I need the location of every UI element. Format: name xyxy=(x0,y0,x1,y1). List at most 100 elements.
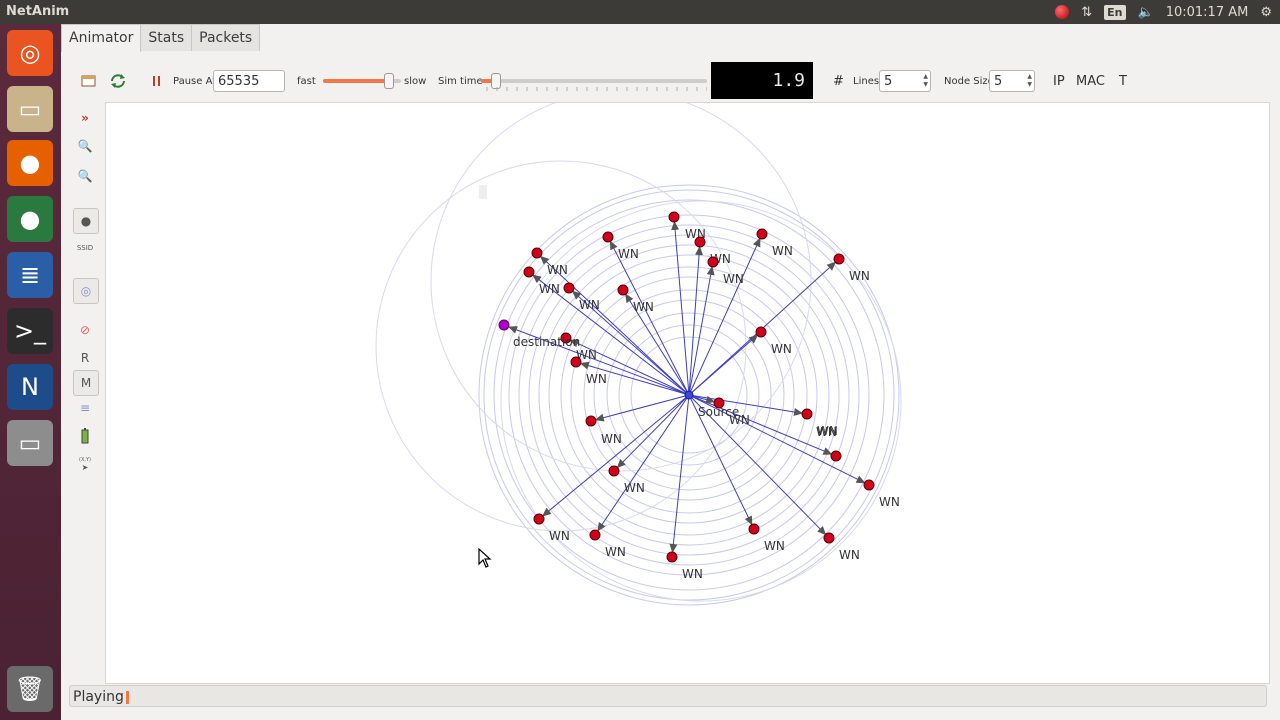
node-dot[interactable] xyxy=(585,415,597,427)
wireless-node[interactable]: WN xyxy=(666,551,703,581)
node-dot[interactable] xyxy=(617,284,629,296)
node-dot[interactable] xyxy=(533,513,545,525)
source-node[interactable]: Source xyxy=(684,390,739,419)
node-dot[interactable] xyxy=(694,236,706,248)
link-lines-icon[interactable]: ≡ xyxy=(73,396,97,420)
m-toggle[interactable]: M xyxy=(73,370,99,396)
source-dot[interactable] xyxy=(684,390,694,400)
launcher-terminal-icon[interactable]: >_ xyxy=(7,308,53,354)
wireless-node[interactable]: WN xyxy=(801,408,838,438)
wireless-circles-icon[interactable]: ◎ xyxy=(73,278,99,304)
wireless-node[interactable]: WN xyxy=(863,479,900,509)
grid-lines-icon[interactable]: # xyxy=(833,62,844,100)
node-dot[interactable] xyxy=(830,450,842,462)
wireless-node[interactable]: WN xyxy=(585,415,622,446)
speed-slider[interactable] xyxy=(323,73,401,89)
mac-toggle[interactable]: MAC xyxy=(1076,62,1105,100)
clock[interactable]: 10:01:17 AM xyxy=(1166,5,1249,20)
reload-icon[interactable] xyxy=(109,62,127,100)
netanim-window: Animator Stats Packets Pause At 65535 fa… xyxy=(61,24,1280,720)
node-dot[interactable] xyxy=(608,465,620,477)
sim-time-display: 1.9 xyxy=(711,62,813,99)
ip-toggle[interactable]: IP xyxy=(1053,62,1065,100)
wireless-node[interactable]: WN xyxy=(756,228,793,258)
wireless-node[interactable]: WN xyxy=(563,282,600,312)
sim-time-slider[interactable] xyxy=(481,73,707,91)
node-dot[interactable] xyxy=(563,282,575,294)
battery-icon[interactable] xyxy=(73,424,97,448)
no-packets-icon[interactable]: ⊘ xyxy=(73,318,97,342)
network-icon[interactable]: ⇅ xyxy=(1081,5,1092,20)
node-dot[interactable] xyxy=(668,211,680,223)
slow-label: slow xyxy=(404,75,427,87)
volume-icon[interactable]: 🔈 xyxy=(1138,5,1154,20)
node-dot[interactable] xyxy=(570,356,582,368)
link-line xyxy=(669,394,690,554)
wireless-node[interactable]: WN xyxy=(755,326,792,356)
tab-stats[interactable]: Stats xyxy=(140,24,193,51)
tab-animator[interactable]: Animator xyxy=(61,24,142,52)
ssid-toggle[interactable]: SSID xyxy=(73,236,97,260)
pause-at-input[interactable]: 65535 xyxy=(213,70,285,92)
node-label: WN xyxy=(764,539,785,553)
wireless-node[interactable]: WN xyxy=(823,532,860,562)
node-dot[interactable] xyxy=(833,253,845,265)
pause-at-label: Pause At xyxy=(173,75,217,87)
spin-arrows-icon[interactable]: ▲ ▼ xyxy=(923,73,928,89)
node-size-label: Node Size xyxy=(944,75,994,87)
record-indicator-icon[interactable] xyxy=(1055,5,1070,19)
wireless-node[interactable]: WN xyxy=(533,513,570,543)
animation-canvas[interactable]: WN WN WN WN WN WN WN WN WN WN WN WN WN WN WN WN WN WN WN WN… xyxy=(105,90,1270,684)
open-file-icon[interactable] xyxy=(81,62,97,100)
node-label: WN xyxy=(879,495,900,509)
settings-gear-icon[interactable]: ⚙ xyxy=(1260,5,1272,20)
node-size-spinbox[interactable]: 5 ▲ ▼ xyxy=(989,70,1035,92)
node-dot[interactable] xyxy=(523,266,535,278)
node-description-icon[interactable]: ● xyxy=(73,208,99,234)
zoom-in-icon[interactable]: 🔍 xyxy=(73,134,97,158)
tab-bar: Animator Stats Packets xyxy=(61,24,261,52)
r-toggle[interactable]: R xyxy=(73,346,97,370)
node-dot[interactable] xyxy=(755,326,767,338)
launcher-ubuntu-dash-icon[interactable]: ◎ xyxy=(7,30,53,76)
launcher-files-icon[interactable]: ▭ xyxy=(7,86,53,132)
destination-dot[interactable] xyxy=(498,319,510,331)
node-dot[interactable] xyxy=(801,408,813,420)
node-dot[interactable] xyxy=(531,247,543,259)
spin-arrows-icon[interactable]: ▲ ▼ xyxy=(1027,73,1032,89)
sim-time-ticks xyxy=(486,87,707,91)
launcher-drive-icon[interactable]: ▭ xyxy=(7,420,53,466)
animator-toolbar: Pause At 65535 fast slow Sim time 1.9 # … xyxy=(61,62,1280,100)
wireless-node[interactable]: WN xyxy=(748,523,785,553)
node-dot[interactable] xyxy=(707,256,719,268)
node-size-value: 5 xyxy=(994,74,1003,89)
node-dot[interactable] xyxy=(863,479,875,491)
link-line xyxy=(688,245,704,396)
zoom-out-icon[interactable]: 🔍 xyxy=(73,164,97,188)
keyboard-layout-indicator[interactable]: En xyxy=(1104,4,1126,20)
node-dot[interactable] xyxy=(666,551,678,563)
node-dot[interactable] xyxy=(756,228,768,240)
node-dot[interactable] xyxy=(748,523,760,535)
source-label: Source xyxy=(698,405,739,419)
collapse-chevron-icon[interactable]: » xyxy=(73,106,97,130)
launcher-globe-icon[interactable]: ● xyxy=(7,196,53,242)
speed-slider-handle[interactable] xyxy=(384,73,395,89)
lines-spinbox[interactable]: 5 ▲ ▼ xyxy=(879,70,931,92)
launcher-writer-icon[interactable]: ≣ xyxy=(7,252,53,298)
tab-packets[interactable]: Packets xyxy=(191,24,261,51)
node-dot[interactable] xyxy=(589,529,601,541)
launcher-trash-icon[interactable]: 🗑 xyxy=(7,666,53,712)
pause-button[interactable] xyxy=(151,62,163,100)
wireless-node[interactable]: WN xyxy=(589,529,626,559)
t-toggle[interactable]: T xyxy=(1119,62,1127,100)
window-title: NetAnim xyxy=(6,4,70,19)
launcher-netanim-icon[interactable]: N xyxy=(7,364,53,410)
launcher-firefox-icon[interactable]: ● xyxy=(7,140,53,186)
node-dot[interactable] xyxy=(823,532,835,544)
node-dot[interactable] xyxy=(602,231,614,243)
wireless-node[interactable]: WN xyxy=(833,253,870,283)
xy-pointer-icon[interactable]: (X,Y) ➤ xyxy=(73,452,97,476)
link-line xyxy=(688,334,758,396)
node-label: WN xyxy=(618,247,639,261)
